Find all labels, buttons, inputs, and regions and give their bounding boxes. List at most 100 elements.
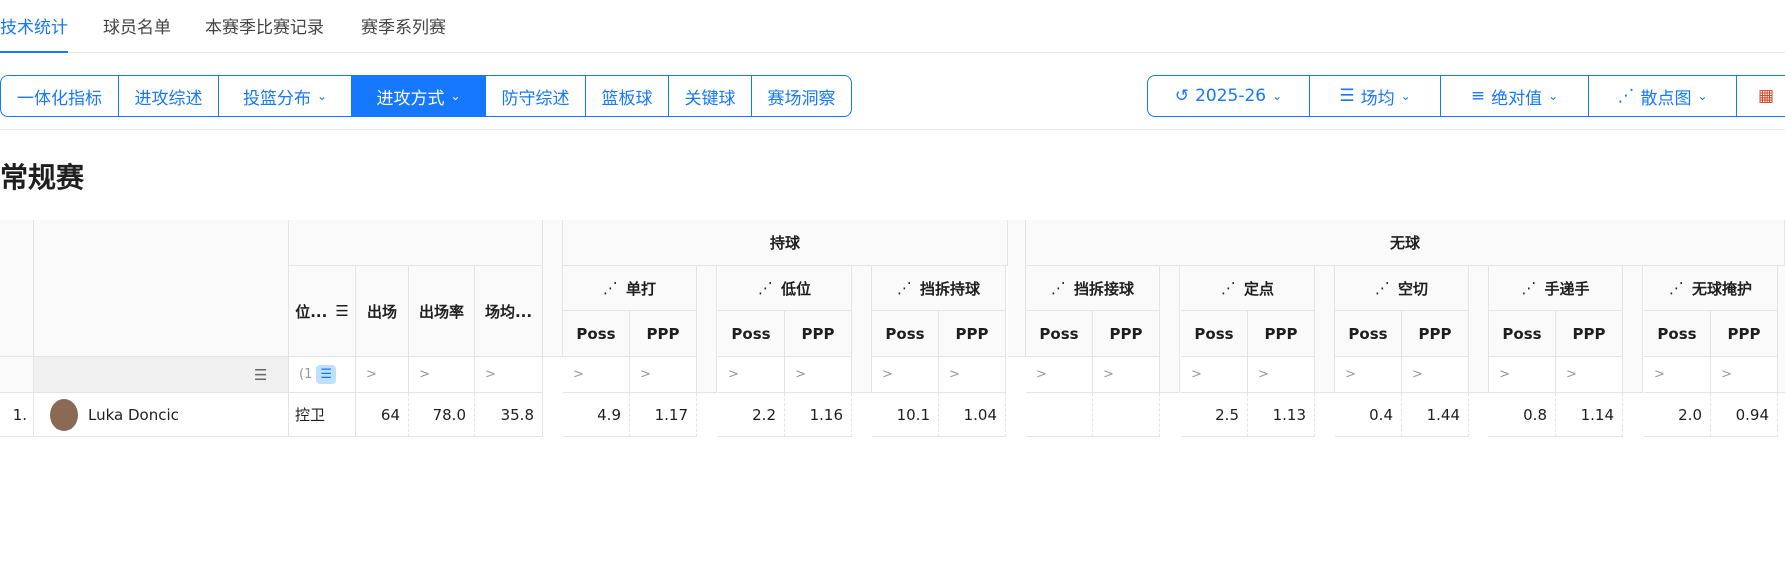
poss-cell: 4.9 — [563, 393, 630, 437]
filter-icon[interactable]: ☰ — [335, 302, 348, 320]
seg-label: 进攻综述 — [134, 88, 203, 109]
scatter-icon[interactable]: ⋰ — [1669, 279, 1684, 297]
scatter-icon[interactable]: ⋰ — [758, 279, 773, 297]
scatter-select[interactable]: ⋰ 散点图 ⌄ — [1588, 75, 1737, 117]
playtype-header[interactable]: ⋰ 空切 — [1335, 266, 1469, 311]
games-header[interactable]: 出场 — [356, 266, 409, 357]
scatter-icon[interactable]: ⋰ — [1051, 279, 1066, 297]
tab-stats[interactable]: 技术统计 — [0, 13, 68, 53]
seg-label: 赛场洞察 — [767, 88, 836, 109]
playtype-header[interactable]: ⋰ 挡拆接球 — [1026, 266, 1160, 311]
seg-shot-dist[interactable]: 投篮分布 ⌄ — [218, 75, 352, 117]
seg-insight[interactable]: 赛场洞察 — [751, 75, 852, 117]
playtype-header[interactable]: ⋰ 定点 — [1181, 266, 1315, 311]
active-filter-icon[interactable]: ☰ — [316, 365, 336, 384]
gap-header — [543, 220, 563, 357]
scatter-icon[interactable]: ⋰ — [1221, 279, 1236, 297]
ppp-filter[interactable]: > — [1711, 357, 1778, 393]
ppp-cell: 1.04 — [939, 393, 1006, 437]
ppp-header[interactable]: PPP — [630, 311, 697, 357]
ppp-filter[interactable]: > — [785, 357, 852, 393]
filter-icon[interactable]: ☰ — [254, 366, 267, 384]
playtype-header[interactable]: ⋰ 挡拆持球 — [872, 266, 1006, 311]
poss-filter[interactable]: > — [1181, 357, 1248, 393]
poss-header[interactable]: Poss — [1335, 311, 1402, 357]
poss-header[interactable]: Poss — [872, 311, 939, 357]
seg-clutch[interactable]: 关键球 — [668, 75, 752, 117]
table-view-button[interactable]: ▦ — [1736, 75, 1785, 117]
poss-header[interactable]: Poss — [563, 311, 630, 357]
ppp-filter[interactable]: > — [1402, 357, 1469, 393]
ppp-header[interactable]: PPP — [785, 311, 852, 357]
scatter-icon[interactable]: ⋰ — [1521, 279, 1536, 297]
top-tabs: 技术统计 球员名单 本赛季比赛记录 赛季系列赛 — [0, 0, 1785, 53]
seg-rebounds[interactable]: 篮板球 — [585, 75, 669, 117]
scatter-icon[interactable]: ⋰ — [1375, 279, 1390, 297]
playtype-header[interactable]: ⋰ 低位 — [718, 266, 852, 311]
playtype-label: 低位 — [780, 279, 811, 298]
poss-header[interactable]: Poss — [1026, 311, 1093, 357]
scatter-icon[interactable]: ⋰ — [897, 279, 912, 297]
seg-play-type[interactable]: 进攻方式 ⌄ — [351, 75, 486, 117]
poss-filter[interactable]: > — [1489, 357, 1556, 393]
absolute-label: 绝对值 — [1491, 88, 1543, 109]
sliders-icon: ☰ — [1339, 86, 1355, 106]
poss-filter[interactable]: > — [872, 357, 939, 393]
seg-defense-overview[interactable]: 防守综述 — [485, 75, 586, 117]
poss-filter[interactable]: > — [1335, 357, 1402, 393]
poss-filter[interactable]: > — [563, 357, 630, 393]
poss-filter[interactable]: > — [718, 357, 785, 393]
scatter-icon[interactable]: ⋰ — [603, 279, 618, 297]
ppp-header[interactable]: PPP — [1248, 311, 1315, 357]
ppp-filter[interactable]: > — [939, 357, 1006, 393]
seg-integrated[interactable]: 一体化指标 — [0, 75, 119, 117]
poss-header[interactable]: Poss — [1181, 311, 1248, 357]
gap-cell — [697, 266, 717, 393]
poss-cell: 2.5 — [1181, 393, 1248, 437]
player-cell[interactable]: Luka Doncic — [34, 393, 289, 437]
absolute-select[interactable]: ≡ 绝对值 ⌄ — [1440, 75, 1589, 117]
mpg-header[interactable]: 场均... — [475, 266, 543, 357]
games-filter[interactable]: > — [356, 357, 409, 393]
ppp-header[interactable]: PPP — [1402, 311, 1469, 357]
seg-label: 投篮分布 — [242, 88, 311, 109]
ppp-filter[interactable]: > — [1556, 357, 1623, 393]
tab-roster[interactable]: 球员名单 — [103, 13, 171, 53]
page-title: 常规赛 — [0, 161, 85, 194]
divider — [0, 129, 1785, 130]
poss-filter[interactable]: > — [1026, 357, 1093, 393]
playtype-header[interactable]: ⋰ 单打 — [563, 266, 697, 311]
rate-filter[interactable]: > — [409, 357, 475, 393]
poss-header[interactable]: Poss — [1644, 311, 1711, 357]
playtype-label: 空切 — [1397, 279, 1428, 298]
tab-series[interactable]: 赛季系列赛 — [361, 13, 446, 53]
ppp-header[interactable]: PPP — [939, 311, 1006, 357]
ppp-header[interactable]: PPP — [1093, 311, 1160, 357]
ppp-cell: 0.94 — [1711, 393, 1778, 437]
ppp-header[interactable]: PPP — [1711, 311, 1778, 357]
ppp-cell — [1093, 393, 1160, 437]
poss-header[interactable]: Poss — [1489, 311, 1556, 357]
pos-header[interactable]: 位... ☰ — [289, 266, 356, 357]
playtype-label: 定点 — [1243, 279, 1274, 298]
playtype-header[interactable]: ⋰ 无球掩护 — [1644, 266, 1778, 311]
ppp-filter[interactable]: > — [630, 357, 697, 393]
ppp-cell: 1.16 — [785, 393, 852, 437]
player-header — [34, 220, 289, 357]
seg-offense-overview[interactable]: 进攻综述 — [118, 75, 219, 117]
mpg-filter[interactable]: > — [475, 357, 543, 393]
ppp-filter[interactable]: > — [1093, 357, 1160, 393]
tab-game-log[interactable]: 本赛季比赛记录 — [205, 13, 324, 53]
ppp-header[interactable]: PPP — [1556, 311, 1623, 357]
player-name[interactable]: Luka Doncic — [88, 406, 179, 424]
rate-header[interactable]: 出场率 — [409, 266, 475, 357]
player-filter[interactable]: ☰ — [34, 357, 289, 393]
season-select[interactable]: ↺ 2025-26 ⌄ — [1147, 75, 1310, 117]
pos-filter-text: (1 — [299, 367, 313, 382]
playtype-header[interactable]: ⋰ 手递手 — [1489, 266, 1623, 311]
ppp-filter[interactable]: > — [1248, 357, 1315, 393]
per-game-select[interactable]: ☰ 场均 ⌄ — [1309, 75, 1441, 117]
pos-filter[interactable]: (1 ☰ — [289, 357, 356, 393]
poss-filter[interactable]: > — [1644, 357, 1711, 393]
poss-header[interactable]: Poss — [718, 311, 785, 357]
